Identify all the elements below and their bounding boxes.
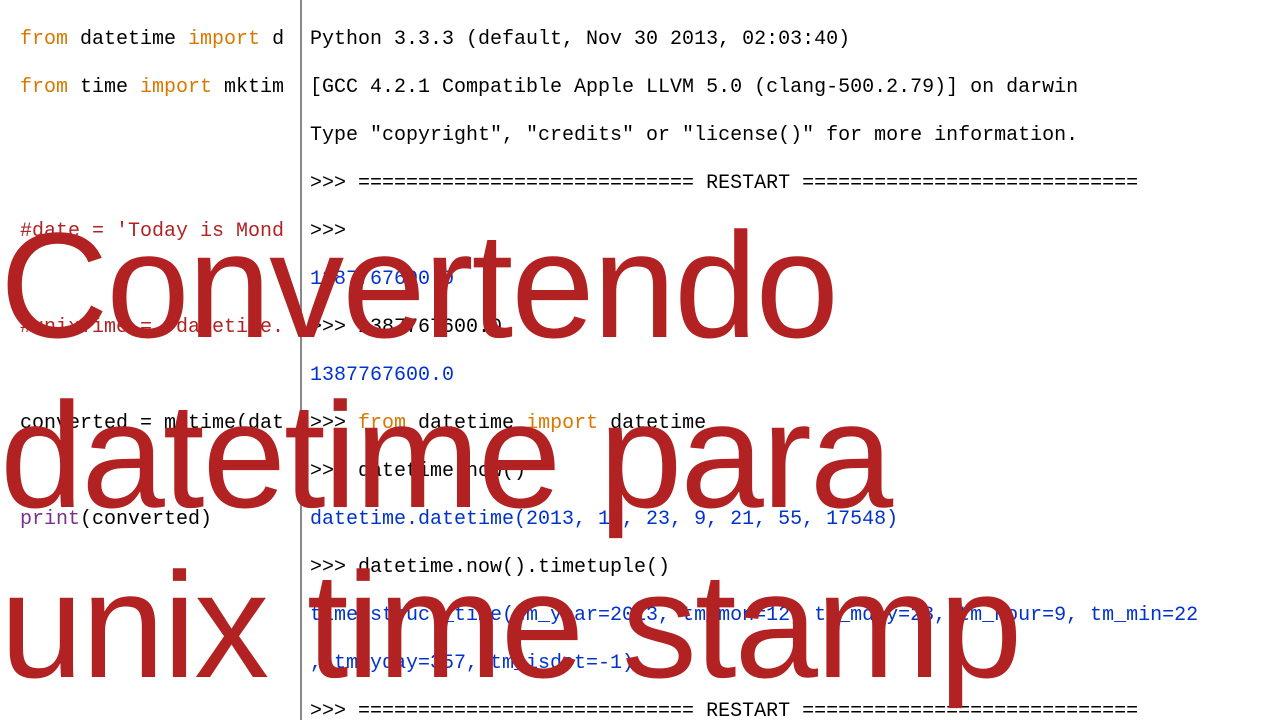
shell-echo: >>> 1387767600.0 (310, 316, 1280, 340)
shell-restart: >>> ============================ RESTART… (310, 700, 1280, 720)
code-text: (converted) (80, 508, 212, 531)
kw-from: from (20, 28, 68, 51)
shell-prompt: >>> (310, 412, 358, 435)
shell-banner: Python 3.3.3 (default, Nov 30 2013, 02:0… (310, 28, 1280, 52)
code-text: d (260, 28, 284, 51)
kw-import: import (140, 76, 212, 99)
comment-line: #date = 'Today is Mond (20, 220, 300, 244)
shell-call: >>> datetime.now().timetuple() (310, 556, 1280, 580)
code-text: datetime (406, 412, 526, 435)
shell-output: 1387767600.0 (310, 364, 1280, 388)
code-editor-pane[interactable]: from datetime import d from time import … (0, 0, 300, 720)
shell-output: , tm_yday=357, tm_isdst=-1) (310, 652, 1280, 676)
comment-line: #unixTime = datetime. (20, 316, 300, 340)
code-text: mktim (212, 76, 284, 99)
kw-from: from (358, 412, 406, 435)
kw-print: print (20, 508, 80, 531)
code-text: datetime (598, 412, 706, 435)
shell-prompt: >>> (310, 220, 1280, 244)
code-text: datetime (68, 28, 188, 51)
kw-from: from (20, 76, 68, 99)
shell-call: >>> datetime.now() (310, 460, 1280, 484)
shell-banner: [GCC 4.2.1 Compatible Apple LLVM 5.0 (cl… (310, 76, 1280, 100)
code-line: converted = mktime(dat (20, 412, 300, 436)
shell-output: datetime.datetime(2013, 12, 23, 9, 21, 5… (310, 508, 1280, 532)
kw-import: import (526, 412, 598, 435)
kw-import: import (188, 28, 260, 51)
code-text: time (68, 76, 140, 99)
shell-banner: Type "copyright", "credits" or "license(… (310, 124, 1280, 148)
python-shell-pane[interactable]: Python 3.3.3 (default, Nov 30 2013, 02:0… (300, 0, 1280, 720)
shell-output: 1387767600.0 (310, 268, 1280, 292)
shell-restart: >>> ============================ RESTART… (310, 172, 1280, 196)
shell-output: time.struct_time(tm_year=2013, tm_mon=12… (310, 604, 1280, 628)
